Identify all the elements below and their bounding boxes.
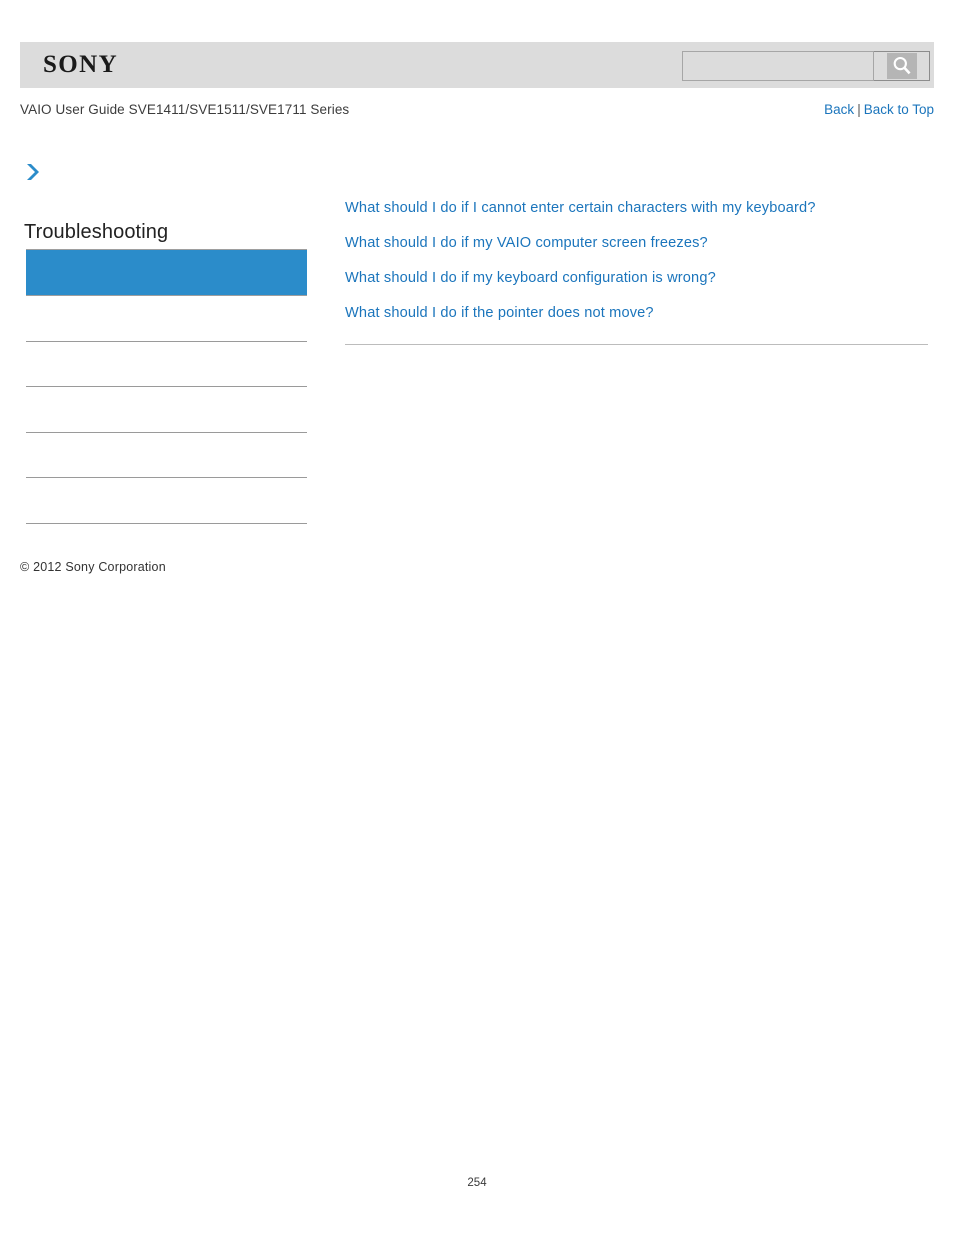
search-input[interactable]: [682, 51, 874, 81]
page-number: 254: [467, 1177, 487, 1189]
sidebar-item-list: [26, 296, 307, 524]
main-content: What should I do if I cannot enter certa…: [345, 190, 928, 330]
sony-logo: SONY: [43, 51, 119, 78]
faq-link-list: What should I do if I cannot enter certa…: [345, 190, 928, 330]
sidebar-item[interactable]: [26, 342, 307, 388]
search-icon: [886, 53, 917, 79]
site-header: SONY: [20, 42, 934, 88]
list-item: What should I do if my VAIO computer scr…: [345, 225, 928, 260]
sidebar-item[interactable]: [26, 387, 307, 433]
faq-link[interactable]: What should I do if I cannot enter certa…: [345, 200, 816, 216]
list-item: What should I do if my keyboard configur…: [345, 260, 928, 295]
content-divider: [345, 344, 928, 345]
chevron-right-icon: [24, 161, 44, 183]
nav-separator: |: [857, 102, 861, 117]
back-to-top-link[interactable]: Back to Top: [864, 102, 934, 117]
faq-link[interactable]: What should I do if the pointer does not…: [345, 305, 654, 321]
list-item: What should I do if the pointer does not…: [345, 295, 928, 330]
sidebar-item[interactable]: [26, 478, 307, 524]
sidebar-item[interactable]: [26, 433, 307, 479]
page-title: Troubleshooting: [24, 221, 169, 243]
subheader: VAIO User Guide SVE1411/SVE1511/SVE1711 …: [20, 100, 934, 120]
guide-title: VAIO User Guide SVE1411/SVE1511/SVE1711 …: [20, 102, 350, 117]
sidebar-item[interactable]: [26, 296, 307, 342]
search-button[interactable]: [874, 51, 930, 81]
back-link[interactable]: Back: [824, 102, 854, 117]
faq-link[interactable]: What should I do if my keyboard configur…: [345, 270, 716, 286]
copyright-notice: © 2012 Sony Corporation: [20, 560, 166, 574]
search-box: [682, 51, 930, 81]
header-nav: Back | Back to Top: [824, 100, 934, 120]
sidebar-item-current[interactable]: [26, 249, 307, 296]
list-item: What should I do if I cannot enter certa…: [345, 190, 928, 225]
faq-link[interactable]: What should I do if my VAIO computer scr…: [345, 235, 708, 251]
